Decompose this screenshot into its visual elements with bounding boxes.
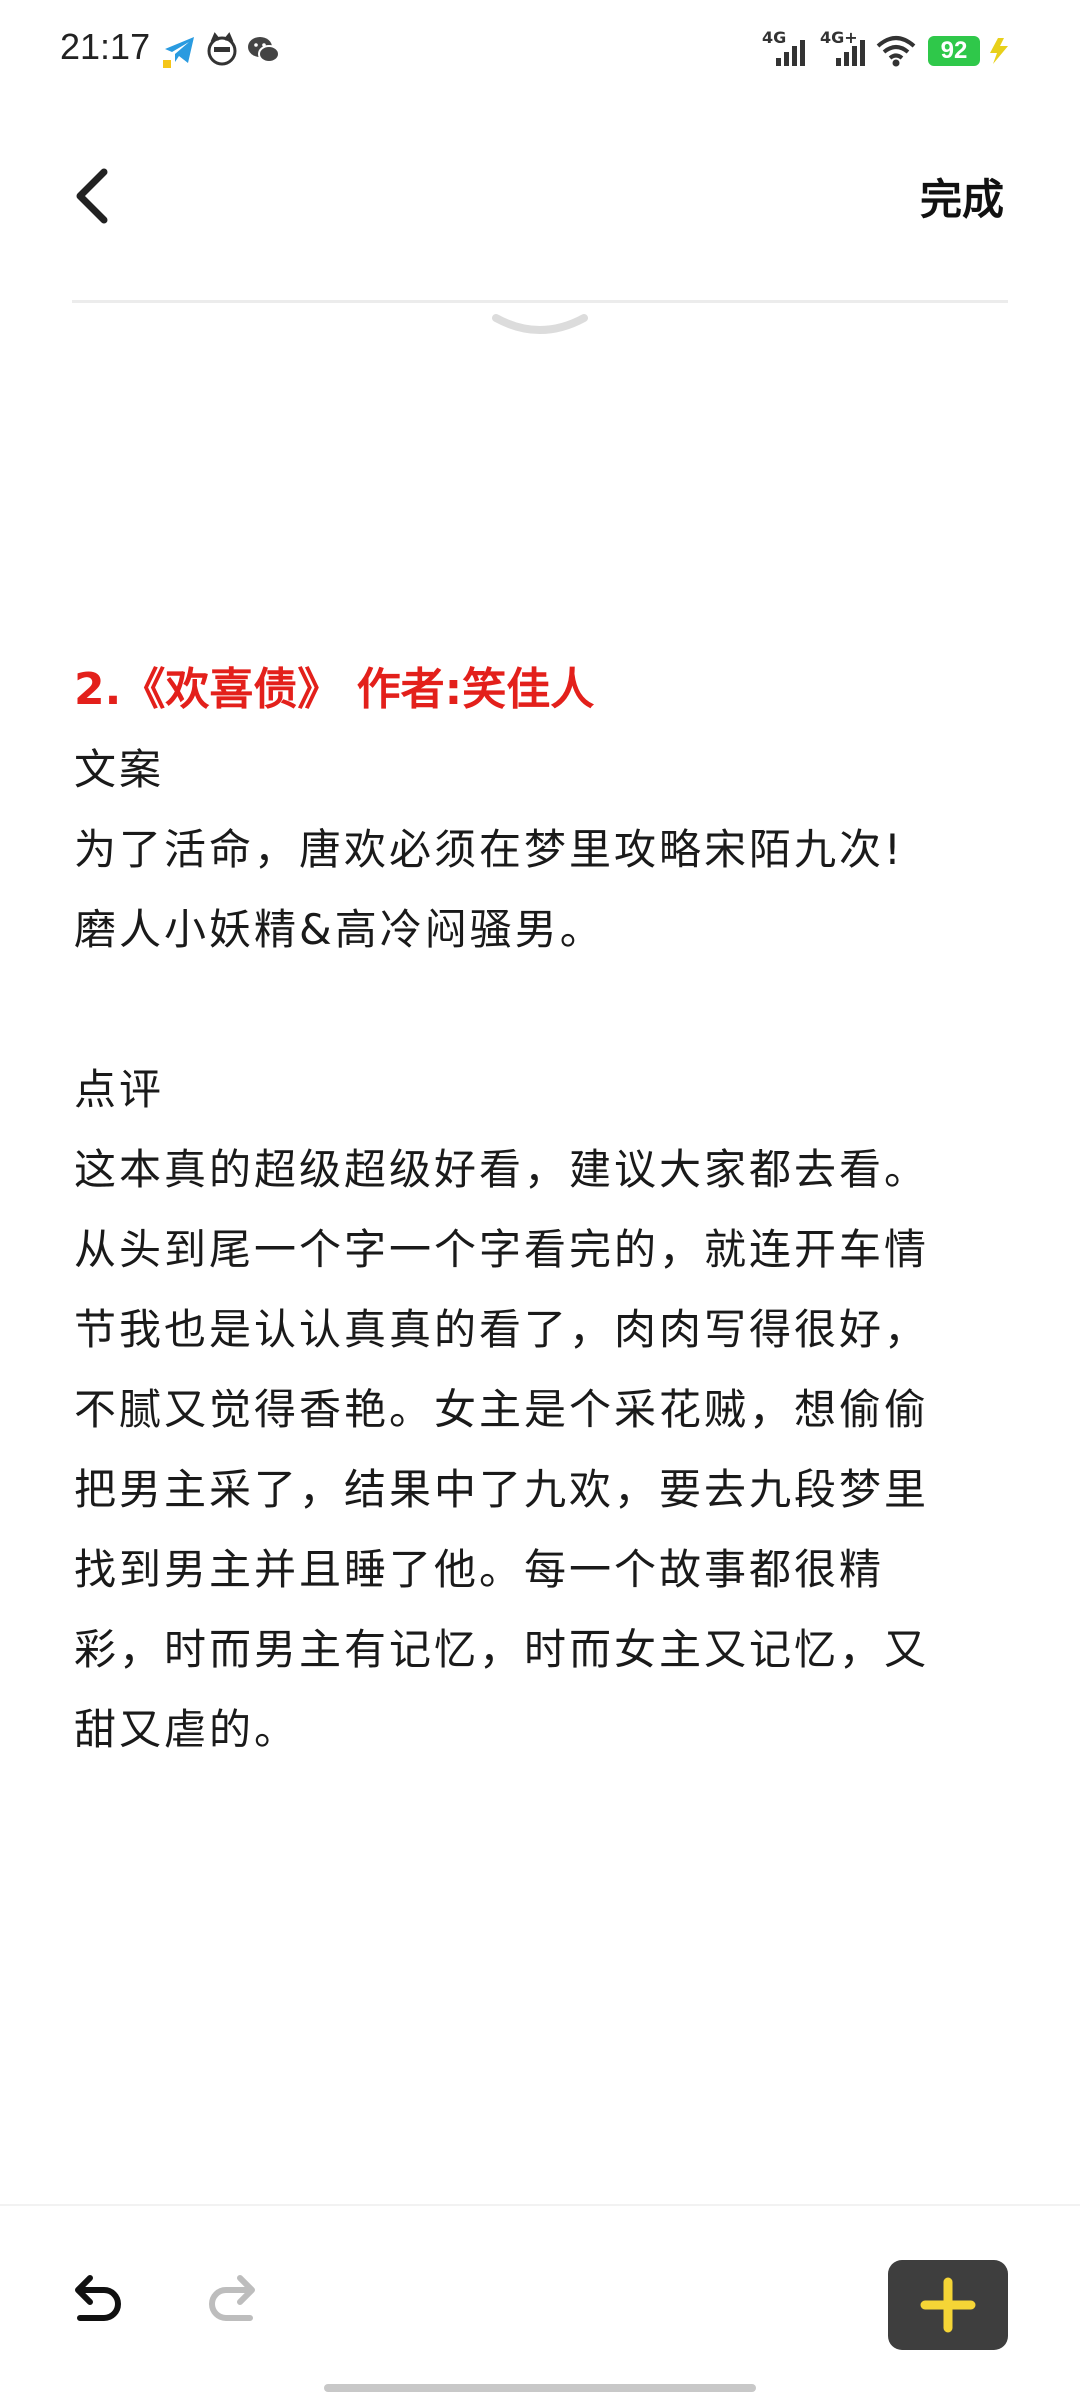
note-line: 彩，时而男主有记忆，时而女主又记忆，又 (74, 1625, 930, 1674)
note-line: 不腻又觉得香艳。女主是个采花贼，想偷偷 (74, 1385, 930, 1434)
note-line: 甜又虐的。 (74, 1705, 300, 1754)
top-toolbar: 完成 (0, 130, 1080, 260)
plus-icon (920, 2277, 976, 2333)
note-line: 从头到尾一个字一个字看完的，就连开车情 (74, 1225, 930, 1274)
note-line: 磨人小妖精&高冷闷骚男。 (74, 905, 605, 954)
battery-icon: 92 (928, 36, 980, 66)
undo-icon (75, 2275, 121, 2321)
toolbar-divider (72, 300, 1008, 303)
note-line: 这本真的超级超级好看，建议大家都去看。 (74, 1145, 930, 1194)
note-blank-line (74, 970, 1014, 1050)
add-button[interactable] (888, 2260, 1008, 2350)
signal-4g-plus-label: 4G+ (820, 28, 858, 47)
note-line: 找到男主并且睡了他。每一个故事都很精 (74, 1545, 885, 1594)
done-button[interactable]: 完成 (920, 166, 1004, 227)
home-indicator[interactable] (324, 2384, 756, 2392)
cat-app-icon (207, 32, 237, 66)
signal-4g-icon: 4G (762, 28, 810, 74)
status-bar: 21:17 4G 4G+ 92 (0, 0, 1080, 100)
bottom-toolbar (0, 2204, 1080, 2402)
note-line: 节我也是认认真真的看了，肉肉写得很好， (74, 1305, 930, 1354)
undo-button[interactable] (66, 2268, 126, 2328)
collapse-handle-icon[interactable] (490, 306, 590, 346)
note-heading: 2.《欢喜债》 作者:笑佳人 (74, 664, 595, 715)
signal-4g-plus-icon: 4G+ (820, 28, 870, 74)
note-line: 为了活命，唐欢必须在梦里攻略宋陌九次! (74, 825, 904, 874)
telegram-icon (163, 37, 194, 68)
note-line: 把男主采了，结果中了九欢，要去九段梦里 (74, 1465, 930, 1514)
status-time: 21:17 (60, 26, 151, 67)
signal-4g-label: 4G (762, 28, 787, 47)
charging-bolt-icon (990, 38, 1008, 64)
back-button[interactable] (66, 160, 126, 230)
redo-icon (209, 2275, 255, 2321)
chevron-left-icon (76, 168, 108, 224)
wechat-icon (248, 37, 280, 63)
note-content[interactable]: 2.《欢喜债》 作者:笑佳人 文案 为了活命，唐欢必须在梦里攻略宋陌九次! 磨人… (74, 650, 1014, 1770)
redo-button[interactable] (204, 2268, 264, 2328)
battery-level: 92 (940, 37, 968, 64)
wifi-icon (876, 36, 916, 67)
note-line: 文案 (74, 745, 165, 794)
note-line: 点评 (74, 1065, 165, 1114)
